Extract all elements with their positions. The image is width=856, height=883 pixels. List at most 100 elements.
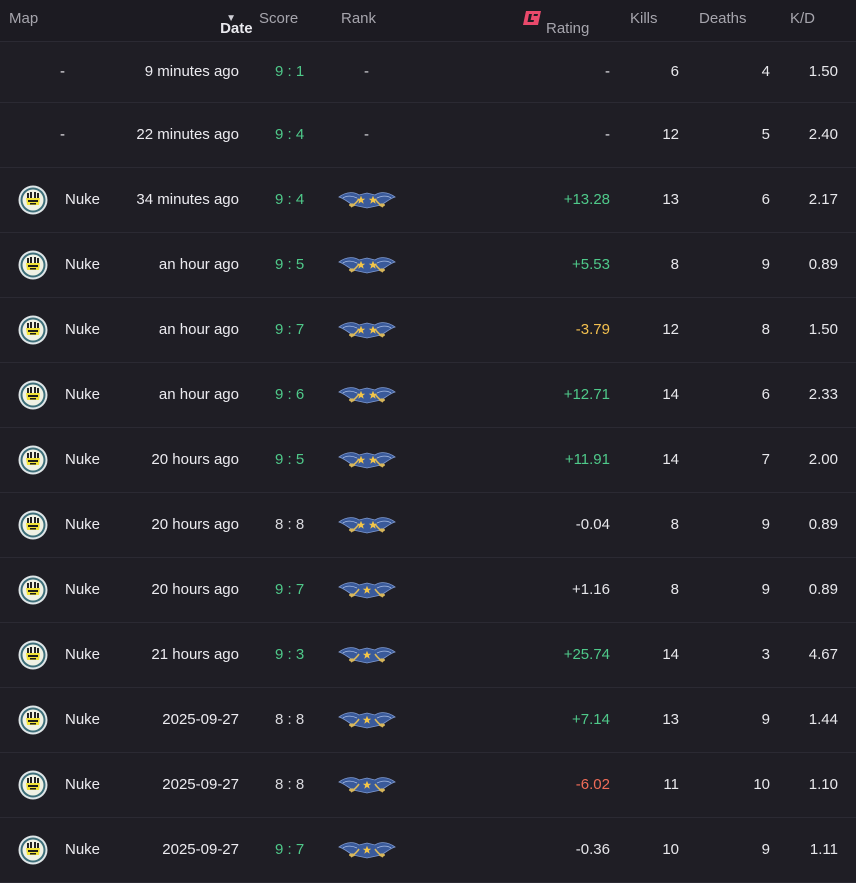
- match-score: 9 : 6: [275, 386, 305, 403]
- match-score: 8 : 8: [275, 711, 305, 728]
- match-date: 2025-09-27: [162, 841, 239, 858]
- kills-value: 8: [670, 581, 679, 598]
- match-score: 8 : 8: [275, 516, 305, 533]
- rating-change: +12.71: [563, 386, 610, 403]
- column-header-kd[interactable]: K/D: [790, 10, 815, 27]
- table-row[interactable]: Nuke 2025-09-27 8 : 8 -6.02 11 10 1.10: [0, 753, 856, 818]
- table-row[interactable]: Nuke an hour ago 9 : 6 +12.71 14 6 2.33: [0, 363, 856, 428]
- table-row[interactable]: Nuke 34 minutes ago 9 : 4 +13.28 13 6 2.17: [0, 168, 856, 233]
- match-date: 20 hours ago: [151, 451, 239, 468]
- column-header-rating[interactable]: Rating: [522, 10, 589, 37]
- table-row[interactable]: Nuke 2025-09-27 9 : 7 -0.36 10 9 1.11: [0, 818, 856, 883]
- deaths-value: 9: [761, 581, 770, 598]
- table-row[interactable]: Nuke 21 hours ago 9 : 3 +25.74 14 3 4.67: [0, 623, 856, 688]
- match-score: 9 : 4: [275, 191, 305, 208]
- column-header-rank[interactable]: Rank: [341, 10, 376, 27]
- table-row[interactable]: Nuke 20 hours ago 9 : 7 +1.16 8 9 0.89: [0, 558, 856, 623]
- match-score: 9 : 5: [275, 256, 305, 273]
- deaths-value: 9: [761, 516, 770, 533]
- deaths-value: 6: [761, 386, 770, 403]
- nuke-map-icon: [18, 705, 48, 735]
- table-row[interactable]: Nuke 20 hours ago 9 : 5 +11.91 14 7 2.00: [0, 428, 856, 493]
- nuke-map-icon: [18, 770, 48, 800]
- table-row[interactable]: Nuke an hour ago 9 : 7 -3.79 12 8 1.50: [0, 298, 856, 363]
- table-row[interactable]: Nuke 20 hours ago 8 : 8 -0.04 8 9 0.89: [0, 493, 856, 558]
- deaths-value: 3: [761, 646, 770, 663]
- kills-value: 14: [662, 386, 679, 403]
- deaths-value: 4: [761, 63, 770, 80]
- kd-value: 2.40: [808, 126, 838, 143]
- kd-value: 2.17: [808, 191, 838, 208]
- table-row[interactable]: - 22 minutes ago 9 : 4 - - 12 5 2.40: [0, 103, 856, 168]
- kills-value: 14: [662, 646, 679, 663]
- table-row[interactable]: - 9 minutes ago 9 : 1 - - 6 4 1.50: [0, 42, 856, 103]
- column-header-kills[interactable]: Kills: [630, 10, 658, 27]
- nuke-map-icon: [18, 185, 48, 215]
- gold-nova-2-icon: [337, 319, 397, 341]
- rating-change: -: [605, 63, 610, 80]
- nuke-map-icon: [18, 575, 48, 605]
- column-header-deaths[interactable]: Deaths: [699, 10, 747, 27]
- kills-value: 13: [662, 711, 679, 728]
- deaths-value: 10: [753, 776, 770, 793]
- match-score: 9 : 7: [275, 321, 305, 338]
- gold-nova-2-icon: [337, 254, 397, 276]
- kills-value: 11: [663, 776, 679, 793]
- match-history-table: Map Date ▼ Score Rank Rating Kills Deaths…: [0, 0, 856, 883]
- deaths-value: 9: [761, 711, 770, 728]
- gold-nova-1-icon: [337, 579, 397, 601]
- rating-change: -0.36: [575, 841, 610, 858]
- rank-value: -: [364, 126, 369, 143]
- column-header-rating-label: Rating: [546, 20, 590, 37]
- kills-value: 13: [662, 191, 679, 208]
- rating-change: -3.79: [575, 321, 610, 338]
- gold-nova-1-icon: [337, 774, 397, 796]
- map-name: Nuke: [65, 646, 101, 663]
- match-score: 9 : 3: [275, 646, 305, 663]
- match-score: 9 : 5: [275, 451, 305, 468]
- map-name: Nuke: [65, 581, 101, 598]
- match-score: 9 : 7: [275, 581, 305, 598]
- rating-change: -: [605, 126, 610, 143]
- deaths-value: 9: [761, 256, 770, 273]
- gold-nova-1-icon: [337, 644, 397, 666]
- kills-value: 12: [662, 321, 679, 338]
- column-header-score[interactable]: Score: [259, 10, 298, 27]
- table-row[interactable]: Nuke an hour ago 9 : 5 +5.53 8 9 0.89: [0, 233, 856, 298]
- gold-nova-1-icon: [337, 709, 397, 731]
- nuke-map-icon: [18, 510, 48, 540]
- column-header-date[interactable]: Date ▼: [220, 10, 253, 37]
- gold-nova-2-icon: [337, 189, 397, 211]
- rating-change: +7.14: [572, 711, 610, 728]
- deaths-value: 8: [761, 321, 770, 338]
- map-name: Nuke: [65, 191, 101, 208]
- map-name: Nuke: [65, 711, 101, 728]
- nuke-map-icon: [18, 250, 48, 280]
- rank-value: -: [364, 63, 369, 80]
- kills-value: 8: [670, 256, 679, 273]
- rating-change: +13.28: [563, 191, 610, 208]
- kd-value: 2.33: [808, 386, 838, 403]
- kd-value: 0.89: [808, 581, 838, 598]
- table-header: Map Date ▼ Score Rank Rating Kills Deaths…: [0, 0, 856, 42]
- gold-nova-2-icon: [337, 384, 397, 406]
- rating-change: +25.74: [563, 646, 610, 663]
- match-score: 8 : 8: [275, 776, 305, 793]
- map-name: Nuke: [65, 256, 101, 273]
- gold-nova-2-icon: [337, 449, 397, 471]
- kd-value: 1.50: [808, 321, 838, 338]
- deaths-value: 9: [761, 841, 770, 858]
- match-date: an hour ago: [158, 386, 239, 403]
- column-header-map[interactable]: Map: [9, 10, 38, 27]
- match-date: 2025-09-27: [162, 776, 239, 793]
- match-date: 22 minutes ago: [136, 126, 239, 143]
- table-row[interactable]: Nuke 2025-09-27 8 : 8 +7.14 13 9 1.44: [0, 688, 856, 753]
- rating-change: +1.16: [572, 581, 610, 598]
- nuke-map-icon: [18, 445, 48, 475]
- match-date: 9 minutes ago: [144, 63, 239, 80]
- rating-change: +5.53: [572, 256, 610, 273]
- map-name: Nuke: [65, 451, 101, 468]
- match-date: an hour ago: [158, 256, 239, 273]
- rating-change: -0.04: [575, 516, 610, 533]
- match-date: 20 hours ago: [151, 516, 239, 533]
